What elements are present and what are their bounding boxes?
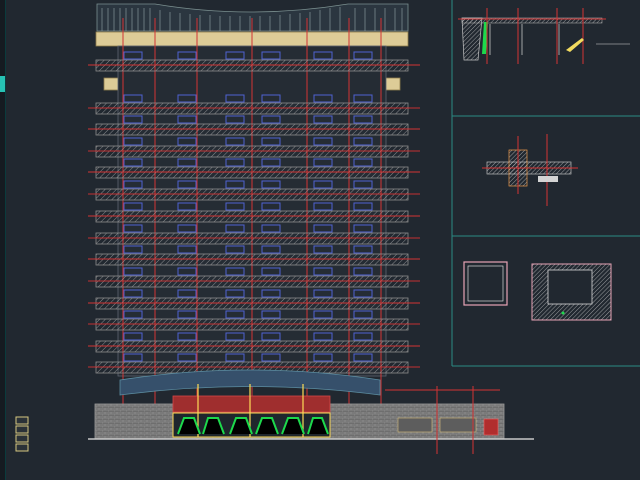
layer-icon[interactable] [15, 425, 29, 434]
floor-balcony-band[interactable] [95, 102, 409, 115]
floor-balcony-band[interactable] [95, 253, 409, 266]
layer-icons[interactable] [15, 416, 29, 452]
floor-balcony-band[interactable] [95, 210, 409, 223]
floor-balcony-band[interactable] [95, 275, 409, 288]
floor-balcony-band[interactable] [95, 59, 409, 72]
floor-balcony-band[interactable] [95, 166, 409, 179]
detail-panels[interactable] [451, 0, 640, 367]
floor-balcony-band[interactable] [95, 340, 409, 353]
layer-icon[interactable] [15, 416, 29, 425]
floor-balcony-band[interactable] [95, 297, 409, 310]
layer-icon[interactable] [15, 434, 29, 443]
floor-balcony-band[interactable] [95, 318, 409, 331]
detail-box-sections[interactable] [463, 261, 612, 321]
floor-balcony-band[interactable] [95, 188, 409, 201]
layer-icon[interactable] [15, 443, 29, 452]
detail-slab-section[interactable] [482, 134, 578, 206]
building-elevation[interactable] [88, 3, 534, 454]
floor-balcony-band[interactable] [95, 123, 409, 136]
floor-balcony-band[interactable] [95, 232, 409, 245]
detail-roof-section[interactable] [458, 8, 630, 64]
cad-app-window [0, 0, 640, 480]
floor-balcony-band[interactable] [95, 145, 409, 158]
cad-drawing-canvas[interactable] [0, 0, 640, 480]
